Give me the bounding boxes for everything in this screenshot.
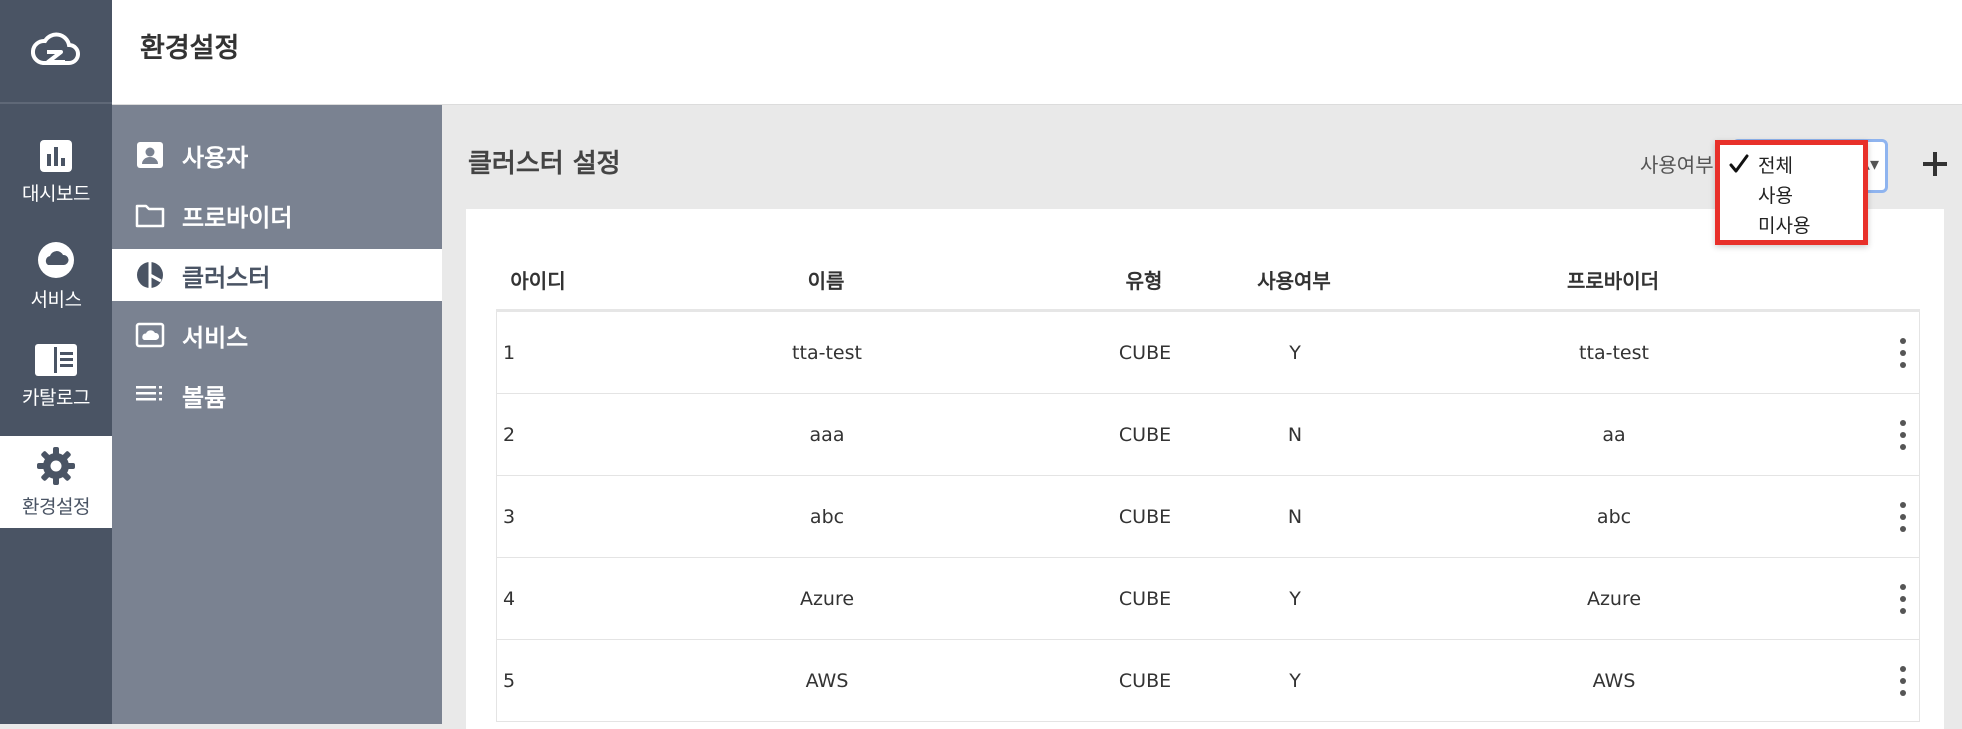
table-row[interactable]: 4 Azure CUBE Y Azure bbox=[496, 558, 1920, 640]
sidebar-item-label: 프로바이더 bbox=[182, 203, 293, 232]
cell-id: 4 bbox=[503, 588, 516, 610]
cell-name: Azure bbox=[799, 588, 855, 610]
cell-provider: abc bbox=[1596, 506, 1632, 528]
column-header-enabled[interactable]: 사용여부 bbox=[1257, 265, 1331, 294]
column-header-id[interactable]: 아이디 bbox=[510, 265, 565, 294]
sidebar-item-label: 서비스 bbox=[182, 323, 249, 352]
cell-enabled: N bbox=[1287, 506, 1303, 528]
user-icon bbox=[134, 139, 166, 171]
cluster-table-card: 아이디 이름 유형 사용여부 프로바이더 1 tta-test CUBE Y t… bbox=[466, 209, 1944, 729]
sidebar-item-clusters[interactable]: 클러스터 bbox=[112, 249, 442, 301]
rail-item-catalog[interactable]: 카탈로그 bbox=[0, 330, 112, 422]
cluster-table: 아이디 이름 유형 사용여부 프로바이더 1 tta-test CUBE Y t… bbox=[496, 249, 1920, 722]
cell-type: CUBE bbox=[1118, 506, 1172, 528]
filter-option-all[interactable]: 전체 bbox=[1758, 151, 1793, 178]
rail-item-service[interactable]: 서비스 bbox=[0, 230, 112, 322]
volume-icon bbox=[134, 379, 166, 411]
cell-id: 5 bbox=[503, 670, 516, 692]
row-menu-icon[interactable] bbox=[1897, 338, 1909, 368]
cell-enabled: Y bbox=[1289, 588, 1301, 610]
cell-name: tta-test bbox=[792, 342, 862, 364]
table-row[interactable]: 5 AWS CUBE Y AWS bbox=[496, 640, 1920, 722]
cell-id: 1 bbox=[503, 342, 516, 364]
row-menu-icon[interactable] bbox=[1897, 420, 1909, 450]
cell-provider: Azure bbox=[1586, 588, 1642, 610]
rail-item-label: 대시보드 bbox=[22, 182, 90, 205]
plus-icon bbox=[1923, 152, 1947, 176]
cell-type: CUBE bbox=[1118, 342, 1172, 364]
cell-provider: aa bbox=[1602, 424, 1626, 446]
table-row[interactable]: 3 abc CUBE N abc bbox=[496, 476, 1920, 558]
cell-type: CUBE bbox=[1118, 588, 1172, 610]
filter-label: 사용여부 bbox=[1640, 153, 1714, 177]
column-header-type[interactable]: 유형 bbox=[1126, 265, 1163, 294]
rail-item-dashboard[interactable]: 대시보드 bbox=[0, 126, 112, 218]
cell-name: aaa bbox=[809, 424, 845, 446]
rail-item-label: 환경설정 bbox=[22, 495, 90, 518]
table-header: 아이디 이름 유형 사용여부 프로바이더 bbox=[496, 249, 1920, 312]
rail-item-settings[interactable]: 환경설정 bbox=[0, 436, 112, 528]
sidebar-item-label: 볼륨 bbox=[182, 383, 227, 412]
sidebar-item-label: 클러스터 bbox=[182, 263, 271, 292]
cell-enabled: N bbox=[1287, 424, 1303, 446]
page-title: 환경설정 bbox=[140, 33, 240, 64]
gear-icon bbox=[37, 446, 75, 485]
catalog-icon bbox=[35, 343, 77, 376]
app-logo[interactable] bbox=[0, 0, 112, 104]
cell-provider: tta-test bbox=[1579, 342, 1649, 364]
cell-type: CUBE bbox=[1118, 670, 1172, 692]
cell-provider: AWS bbox=[1592, 670, 1636, 692]
settings-sidebar: 사용자 프로바이더 클러스터 서비스 볼륨 bbox=[112, 105, 442, 724]
sidebar-item-services[interactable]: 서비스 bbox=[112, 309, 442, 361]
bar-chart-icon bbox=[40, 139, 72, 172]
folder-icon bbox=[134, 199, 166, 231]
checkmark-icon bbox=[1729, 154, 1749, 173]
cluster-icon bbox=[134, 259, 166, 291]
cell-id: 2 bbox=[503, 424, 516, 446]
row-menu-icon[interactable] bbox=[1897, 584, 1909, 614]
top-header: 환경설정 bbox=[112, 0, 1962, 105]
section-title: 클러스터 설정 bbox=[468, 149, 621, 179]
filter-option-unused[interactable]: 미사용 bbox=[1758, 211, 1810, 238]
cell-name: AWS bbox=[805, 670, 849, 692]
cloud-icon bbox=[38, 241, 74, 278]
service-icon bbox=[134, 319, 166, 351]
add-cluster-button[interactable] bbox=[1910, 139, 1960, 189]
table-row[interactable]: 1 tta-test CUBE Y tta-test bbox=[496, 312, 1920, 394]
row-menu-icon[interactable] bbox=[1897, 666, 1909, 696]
table-row[interactable]: 2 aaa CUBE N aa bbox=[496, 394, 1920, 476]
sidebar-item-providers[interactable]: 프로바이더 bbox=[112, 189, 442, 241]
cloud-logo-icon bbox=[31, 32, 80, 65]
main-nav-rail: 대시보드 서비스 카탈로그 환경설정 bbox=[0, 0, 112, 724]
sidebar-item-volumes[interactable]: 볼륨 bbox=[112, 369, 442, 421]
sidebar-item-label: 사용자 bbox=[182, 143, 249, 172]
cell-name: abc bbox=[809, 506, 845, 528]
filter-option-used[interactable]: 사용 bbox=[1758, 181, 1793, 208]
cell-enabled: Y bbox=[1289, 342, 1301, 364]
sidebar-item-users[interactable]: 사용자 bbox=[112, 129, 442, 181]
row-menu-icon[interactable] bbox=[1897, 502, 1909, 532]
cell-id: 3 bbox=[503, 506, 516, 528]
usage-filter-dropdown: 전체 사용 미사용 bbox=[1715, 140, 1868, 245]
column-header-name[interactable]: 이름 bbox=[808, 265, 845, 294]
cell-enabled: Y bbox=[1289, 670, 1301, 692]
rail-item-label: 카탈로그 bbox=[22, 386, 90, 409]
rail-item-label: 서비스 bbox=[30, 288, 82, 311]
column-header-provider[interactable]: 프로바이더 bbox=[1567, 265, 1659, 294]
cell-type: CUBE bbox=[1118, 424, 1172, 446]
